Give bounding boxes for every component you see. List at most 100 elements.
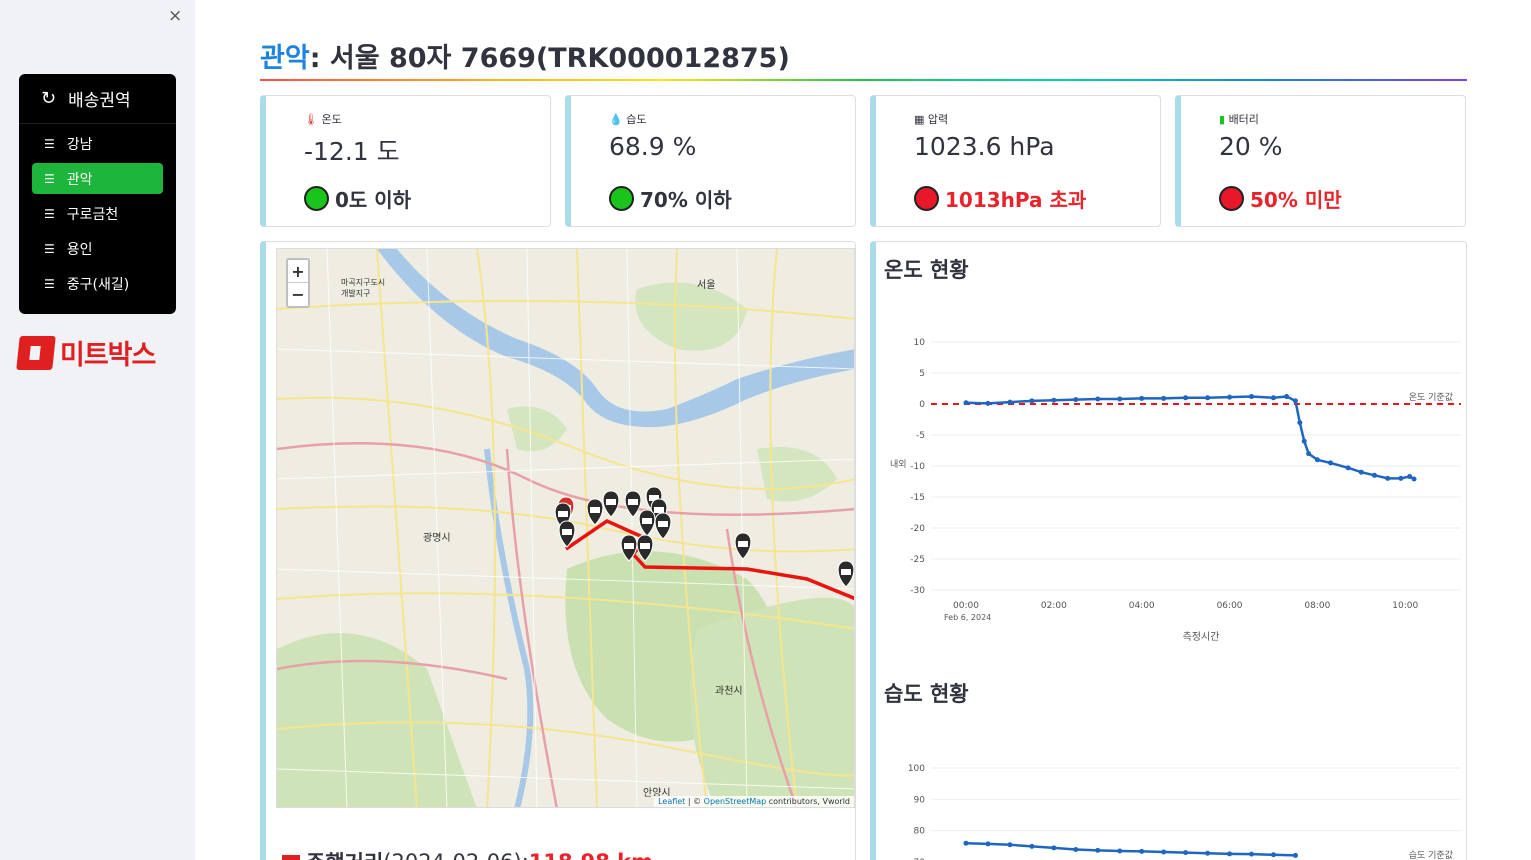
data-point bbox=[1249, 851, 1255, 857]
data-point bbox=[1314, 457, 1320, 463]
map-label-magok: 마곡지구도시 개발지구 bbox=[341, 278, 386, 298]
battery-value: 20 % bbox=[1219, 132, 1283, 161]
list-icon: ☰ bbox=[44, 136, 55, 151]
distance-date: (2024-02-06): bbox=[383, 850, 529, 860]
data-point bbox=[1117, 848, 1123, 854]
data-point bbox=[1073, 397, 1079, 403]
battery-card: ▮ 배터리 20 % 50% 미만 bbox=[1175, 95, 1466, 227]
y-tick-label: -10 bbox=[910, 462, 925, 472]
data-point bbox=[1301, 438, 1307, 444]
humidity-chart[interactable]: 100908070습도 기준값 bbox=[876, 722, 1466, 860]
truck-glyph bbox=[558, 511, 568, 517]
truck-marker-icon bbox=[654, 512, 672, 540]
driving-distance: 주행거리(2024-02-06): 118.98 km bbox=[282, 847, 653, 860]
chart-panel: 온도 현황 10 5 0 -5 -10 -15 -20 -25 -30 00:00 02:00 04:… bbox=[870, 241, 1467, 860]
y-tick-label: 80 bbox=[914, 827, 926, 837]
zoom-control: + − bbox=[286, 258, 310, 308]
data-point bbox=[1297, 420, 1303, 426]
menu-item-gwanak[interactable]: ☰ 관악 bbox=[32, 163, 163, 194]
leaflet-link[interactable]: Leaflet bbox=[658, 797, 685, 806]
pressure-card: ▦ 압력 1023.6 hPa 1013hPa 초과 bbox=[870, 95, 1161, 227]
y-tick-label: -20 bbox=[910, 524, 925, 534]
data-point bbox=[1249, 394, 1255, 400]
menu-item-label: 구로금천 bbox=[66, 206, 119, 223]
data-point bbox=[1372, 472, 1378, 478]
box-logo-icon bbox=[16, 335, 56, 370]
map-panel: + − 서울 광명시 과천시 안양시 마곡지구도시 개발지구 Leaflet |… bbox=[260, 241, 856, 860]
temperature-value: -12.1 도 bbox=[304, 137, 400, 166]
osm-link[interactable]: OpenStreetMap bbox=[704, 797, 767, 806]
y-axis-label: 내외 bbox=[890, 458, 907, 470]
map-label-gwacheon: 과천시 bbox=[715, 686, 743, 697]
x-tick-label: 00:00 bbox=[953, 601, 979, 611]
battery-status: 50% 미만 bbox=[1219, 184, 1342, 213]
logo-text: 미트박스 bbox=[60, 340, 156, 371]
humidity-label: 💧 습도 bbox=[609, 113, 647, 126]
distance-label: 주행거리 bbox=[306, 847, 383, 860]
data-point bbox=[1161, 849, 1167, 855]
data-point bbox=[1205, 850, 1211, 856]
truck-marker-icon bbox=[620, 534, 638, 562]
data-point bbox=[963, 840, 969, 846]
data-point bbox=[1117, 396, 1123, 402]
data-point bbox=[1270, 395, 1276, 401]
truck-icon bbox=[282, 855, 300, 860]
series-line bbox=[965, 841, 1296, 857]
status-red-icon bbox=[1219, 186, 1244, 211]
truck-glyph bbox=[562, 529, 572, 535]
map-attribution: Leaflet | © OpenStreetMap contributors, … bbox=[654, 796, 854, 807]
truck-marker-icon bbox=[636, 534, 654, 562]
temperature-chart[interactable]: 10 5 0 -5 -10 -15 -20 -25 -30 00:00 02:00 04:00 06:0… bbox=[876, 282, 1466, 682]
truck-glyph bbox=[658, 521, 668, 527]
data-point bbox=[963, 400, 969, 406]
data-point bbox=[1051, 397, 1057, 403]
data-point bbox=[1385, 475, 1391, 481]
zoom-in-button[interactable]: + bbox=[288, 260, 308, 283]
data-point bbox=[1139, 848, 1145, 854]
temperature-card: 🌡 온도 -12.1 도 0도 이하 bbox=[260, 95, 551, 227]
data-point bbox=[985, 400, 991, 406]
droplet-icon: 💧 bbox=[609, 113, 623, 126]
menu-item-gangnam[interactable]: ☰ 강남 bbox=[32, 128, 163, 159]
battery-label: ▮ 배터리 bbox=[1219, 113, 1259, 126]
truck-glyph bbox=[654, 507, 664, 513]
threshold-label: 온도 기준값 bbox=[1409, 391, 1453, 403]
list-icon: ☰ bbox=[44, 276, 55, 291]
truck-glyph bbox=[640, 543, 650, 549]
y-tick-label: -30 bbox=[910, 586, 925, 596]
y-tick-label: -5 bbox=[916, 431, 925, 441]
zoom-out-button[interactable]: − bbox=[288, 283, 308, 306]
truck-glyph bbox=[606, 499, 616, 505]
menu-item-label: 관악 bbox=[66, 171, 93, 188]
list-icon: ☰ bbox=[44, 171, 55, 186]
menu-item-label: 용인 bbox=[66, 241, 93, 258]
y-tick-label: -15 bbox=[910, 493, 925, 503]
data-point bbox=[1205, 395, 1211, 401]
close-sidebar-button[interactable]: × bbox=[168, 6, 182, 26]
menu-item-junggu[interactable]: ☰ 중구(새길) bbox=[32, 268, 163, 299]
menu-item-label: 중구(새길) bbox=[66, 276, 130, 293]
menu-item-yongin[interactable]: ☰ 용인 bbox=[32, 233, 163, 264]
menu-item-guro[interactable]: ☰ 구로금천 bbox=[32, 198, 163, 229]
brand-logo: 미트박스 bbox=[16, 333, 156, 372]
battery-icon: ▮ bbox=[1219, 113, 1226, 126]
data-point bbox=[1051, 845, 1057, 851]
data-point bbox=[1407, 474, 1413, 480]
pressure-label: ▦ 압력 bbox=[914, 113, 949, 126]
refresh-icon: ↻ bbox=[41, 88, 57, 109]
threshold-label: 습도 기준값 bbox=[1409, 849, 1453, 860]
data-point bbox=[1161, 395, 1167, 401]
data-point bbox=[1095, 847, 1101, 853]
sidebar: × ↻ 배송권역 ☰ 강남 ☰ 관악 ☰ 구로금천 ☰ 용인 ☰ 중구(새길) 미트박스 bbox=[0, 0, 195, 860]
y-tick-label: 90 bbox=[914, 795, 926, 805]
y-tick-label: 0 bbox=[919, 400, 925, 410]
truck-glyph bbox=[624, 543, 634, 549]
data-point bbox=[1183, 395, 1189, 401]
page-title: 관악: 서울 80자 7669(TRK000012875) bbox=[260, 36, 790, 75]
route-map[interactable]: + − 서울 광명시 과천시 안양시 마곡지구도시 개발지구 Leaflet |… bbox=[276, 248, 855, 808]
vehicle-id: : 서울 80자 7669(TRK000012875) bbox=[309, 43, 790, 74]
y-tick-label: 100 bbox=[908, 764, 925, 774]
humidity-value: 68.9 % bbox=[609, 132, 697, 161]
x-tick-label: 02:00 bbox=[1041, 601, 1067, 611]
truck-marker-icon bbox=[624, 490, 642, 518]
